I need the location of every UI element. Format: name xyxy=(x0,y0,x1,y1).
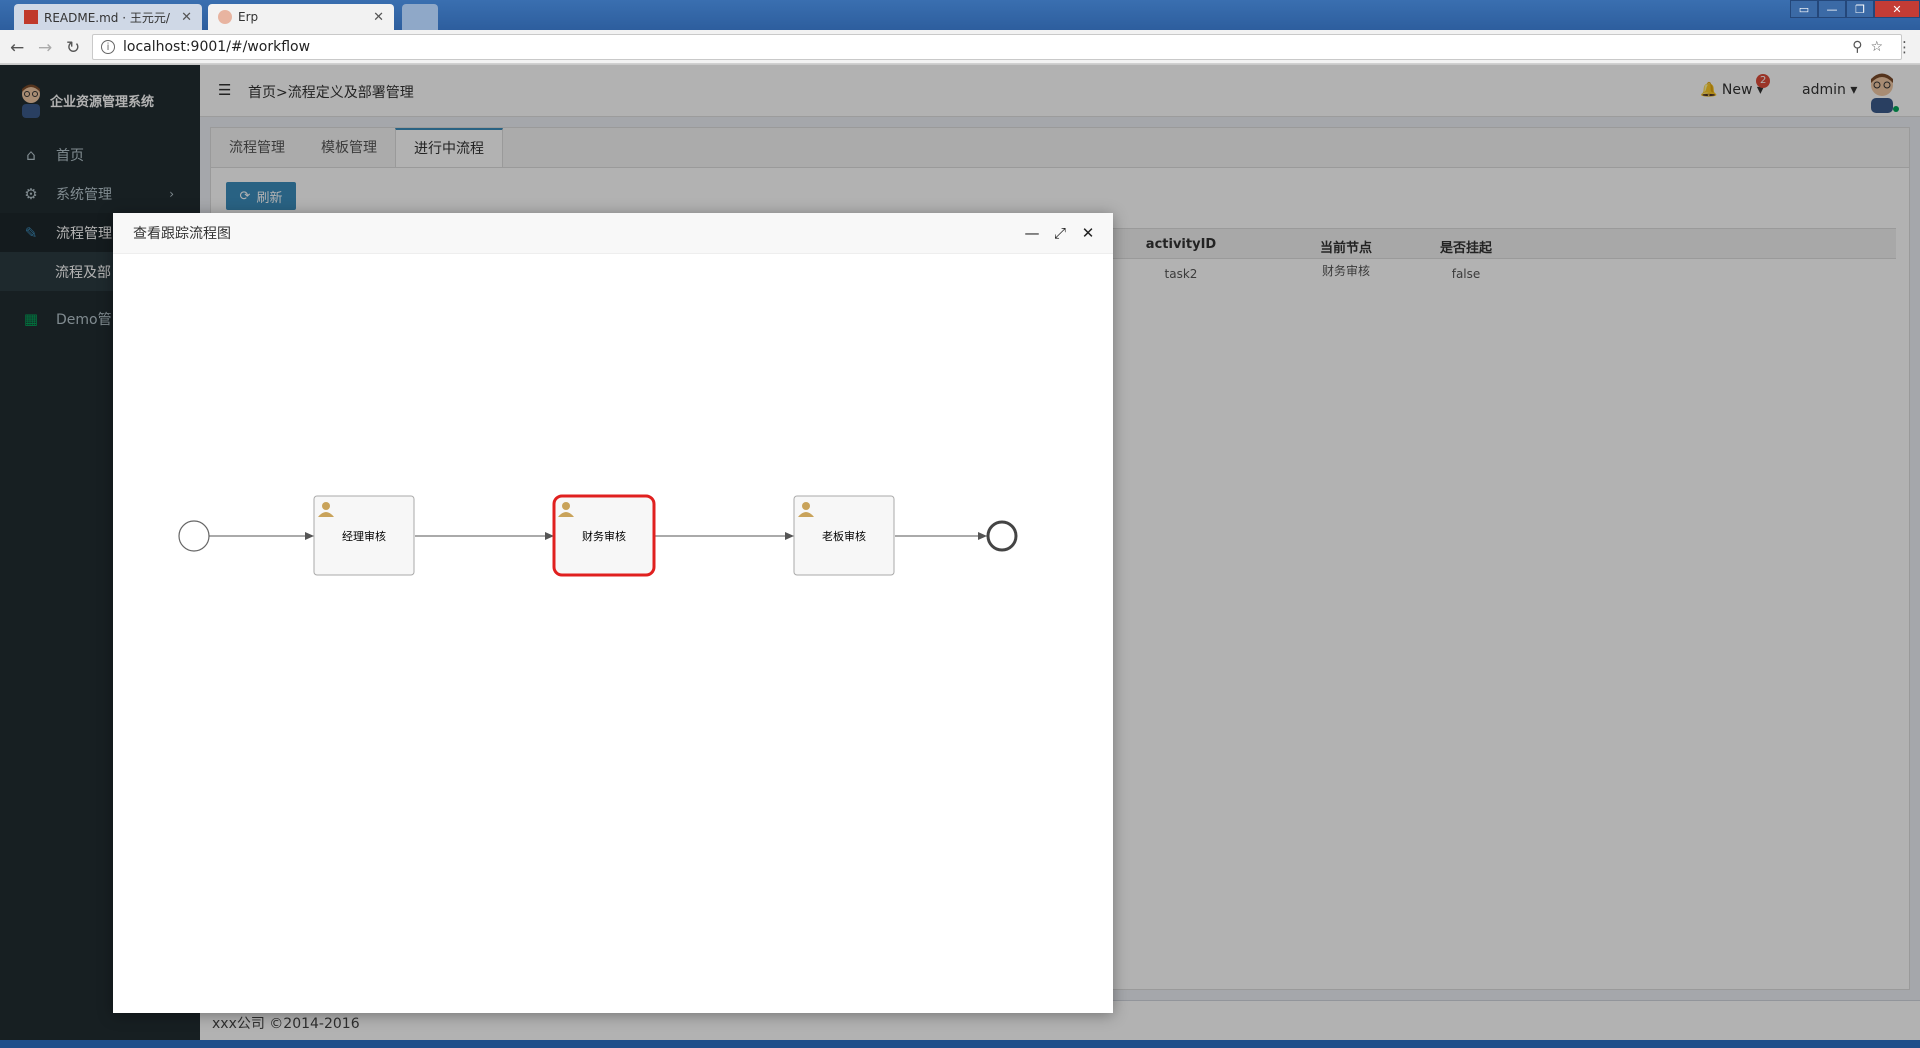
bookmark-star-icon[interactable]: ⚲☆ xyxy=(1852,39,1891,55)
url-input[interactable]: i localhost:9001/#/workflow ⚲☆ xyxy=(92,34,1902,60)
user-task-current[interactable]: 财务审核 xyxy=(552,494,656,577)
minimize-icon[interactable]: — xyxy=(1023,224,1041,242)
task-label: 经理审核 xyxy=(342,529,386,543)
window-close-icon[interactable]: ✕ xyxy=(1874,0,1920,18)
back-icon[interactable]: ← xyxy=(10,38,24,58)
workflow-diagram: 经理审核 财务审核 老板审核 xyxy=(178,494,1018,577)
browser-tab-erp[interactable]: Erp ✕ xyxy=(208,4,394,30)
maximize-icon[interactable]: ❐ xyxy=(1846,0,1874,18)
browser-menu-icon[interactable]: ⋮ xyxy=(1897,38,1912,56)
modal-controls: — ⤢ ✕ xyxy=(1023,224,1097,242)
gitee-icon xyxy=(24,10,38,24)
task-label: 老板审核 xyxy=(822,529,866,543)
address-bar: ← → ↻ i localhost:9001/#/workflow ⚲☆ ⋮ xyxy=(0,30,1920,64)
modal-header: 查看跟踪流程图 xyxy=(113,213,1113,254)
close-icon[interactable]: ✕ xyxy=(1079,224,1097,242)
new-tab-button[interactable] xyxy=(402,4,438,30)
task-label: 财务审核 xyxy=(582,529,626,543)
minimize-icon[interactable]: — xyxy=(1818,0,1846,18)
flow-diagram-modal: 查看跟踪流程图 — ⤢ ✕ 经理审核 财务审核 老板审核 xyxy=(113,213,1113,1013)
start-event xyxy=(178,520,210,552)
os-taskbar xyxy=(0,1040,1920,1048)
end-event xyxy=(986,520,1018,552)
maximize-icon[interactable]: ⤢ xyxy=(1051,224,1069,242)
avatar-icon xyxy=(218,10,232,24)
browser-tab-readme[interactable]: README.md · 王元元/ ✕ xyxy=(14,4,202,30)
browser-tab-title: Erp xyxy=(238,10,259,24)
forward-icon[interactable]: → xyxy=(38,38,52,58)
close-icon[interactable]: ✕ xyxy=(373,10,384,25)
modal-title: 查看跟踪流程图 xyxy=(133,226,231,242)
browser-tabbar: README.md · 王元元/ ✕ Erp ✕ ▭ — ❐ ✕ xyxy=(0,0,1920,30)
window-controls: ▭ — ❐ ✕ xyxy=(1790,0,1920,20)
user-task[interactable]: 经理审核 xyxy=(313,495,415,576)
reload-icon[interactable]: ↻ xyxy=(66,38,80,58)
restore-icon[interactable]: ▭ xyxy=(1790,0,1818,18)
browser-tab-title: README.md · 王元元/ xyxy=(44,10,170,25)
user-task[interactable]: 老板审核 xyxy=(793,495,895,576)
close-icon[interactable]: ✕ xyxy=(181,10,192,25)
info-icon[interactable]: i xyxy=(101,40,115,54)
url-text: localhost:9001/#/workflow xyxy=(123,39,311,55)
